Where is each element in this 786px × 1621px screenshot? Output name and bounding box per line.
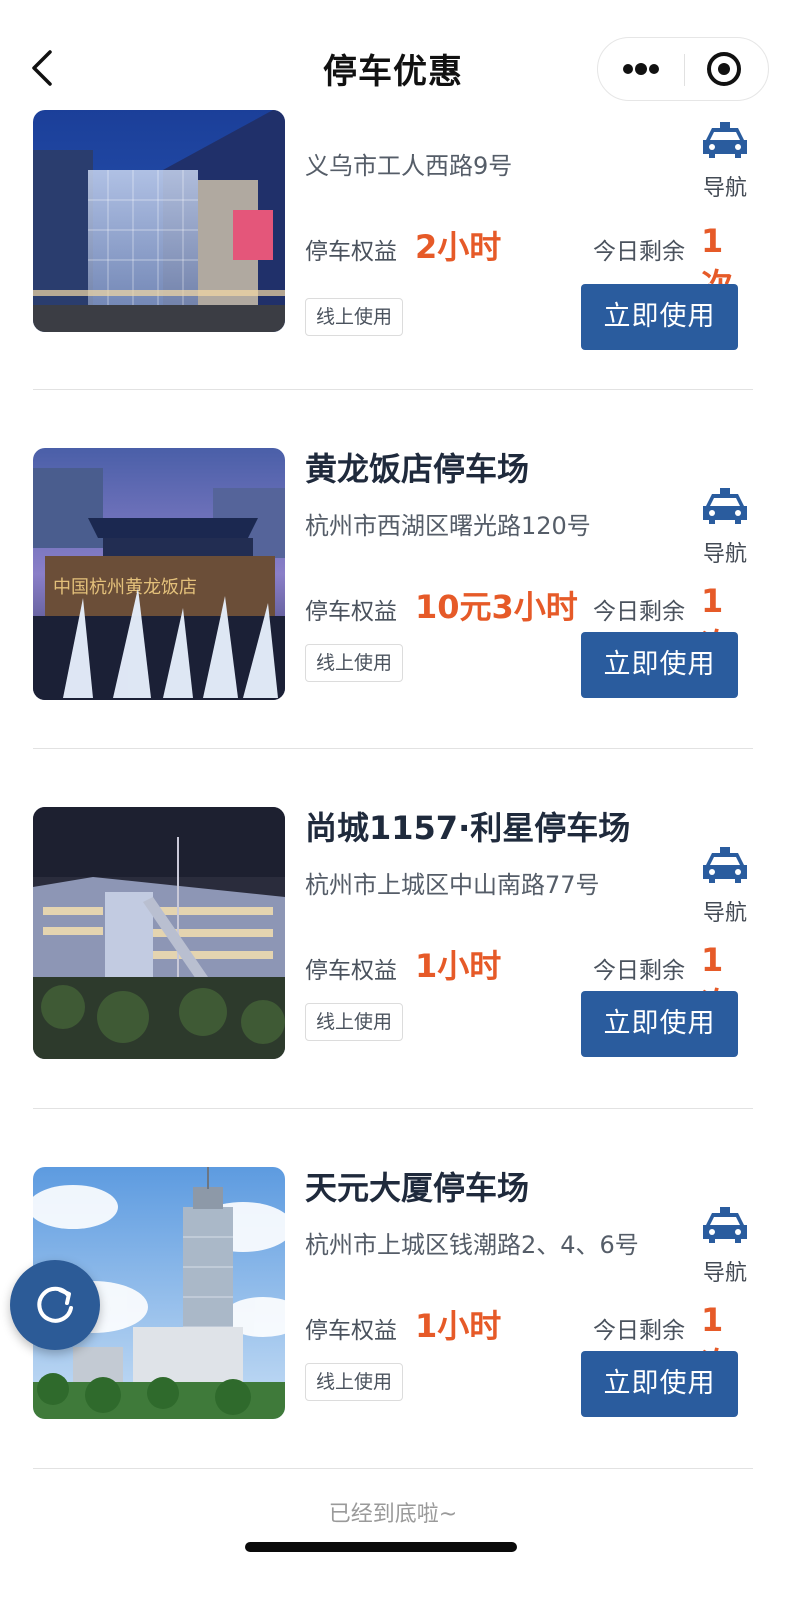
end-of-list-text: 已经到底啦~ [328, 1502, 458, 1527]
parking-name: 天元大厦停车场 [305, 1169, 530, 1207]
parking-address: 杭州市西湖区曙光路120号 [305, 512, 591, 540]
benefit-label: 停车权益 [305, 239, 397, 265]
use-now-button[interactable]: 立即使用 [581, 284, 738, 350]
remaining-label: 今日剩余 [593, 1318, 685, 1344]
parking-card: 中国杭州黄龙饭店 黄龙饭店停车场 杭州市西湖区曙光路120号 导航 停车权益 1… [33, 448, 753, 708]
usage-tag: 线上使用 [305, 1003, 404, 1041]
parking-photo [33, 110, 285, 332]
benefit-label: 停车权益 [305, 599, 397, 625]
remaining-label: 今日剩余 [593, 958, 685, 984]
parking-photo [33, 807, 285, 1059]
benefit-label: 停车权益 [305, 958, 397, 984]
benefit-value: 10元3小时 [415, 588, 578, 626]
refresh-icon [37, 1286, 73, 1323]
parking-name: 尚城1157·利星停车场 [305, 809, 631, 847]
navigation-bar: 停车优惠 [0, 0, 786, 110]
navigate-label: 导航 [702, 542, 747, 567]
divider [33, 1468, 753, 1469]
parking-name: 黄龙饭店停车场 [305, 450, 530, 488]
benefit-label: 停车权益 [305, 1318, 397, 1344]
navigate-button[interactable]: 导航 [697, 1207, 753, 1297]
close-mini-program-button[interactable] [685, 38, 769, 100]
use-now-button[interactable]: 立即使用 [581, 1351, 738, 1417]
navigate-button[interactable]: 导航 [697, 488, 753, 578]
usage-tag: 线上使用 [305, 644, 404, 682]
more-dots-icon [623, 63, 659, 75]
svg-text:中国杭州黄龙饭店: 中国杭州黄龙饭店 [53, 577, 197, 598]
home-indicator [245, 1542, 517, 1552]
car-icon [703, 847, 747, 883]
divider [33, 1108, 753, 1109]
remaining-label: 今日剩余 [593, 599, 685, 625]
parking-address: 杭州市上城区钱潮路2、4、6号 [305, 1231, 639, 1259]
use-now-button[interactable]: 立即使用 [581, 632, 738, 698]
usage-tag: 线上使用 [305, 1363, 404, 1401]
mini-program-capsule [597, 37, 769, 101]
parking-address: 义乌市工人西路9号 [305, 152, 513, 180]
navigate-label: 导航 [702, 901, 747, 926]
parking-photo: 中国杭州黄龙饭店 [33, 448, 285, 700]
navigate-label: 导航 [702, 1261, 747, 1286]
car-icon [703, 122, 747, 158]
record-circle-icon [707, 52, 741, 86]
navigate-label: 导航 [702, 176, 747, 201]
divider [33, 389, 753, 390]
benefit-value: 1小时 [415, 947, 502, 985]
parking-card: 义乌市工人西路9号 导航 停车权益 2小时 今日剩余 1次 线上使用 立即使用 [33, 110, 753, 370]
use-now-button[interactable]: 立即使用 [581, 991, 738, 1057]
parking-address: 杭州市上城区中山南路77号 [305, 871, 600, 899]
divider [33, 748, 753, 749]
car-icon [703, 488, 747, 524]
more-button[interactable] [598, 38, 684, 100]
parking-card: 尚城1157·利星停车场 杭州市上城区中山南路77号 导航 停车权益 1小时 今… [33, 807, 753, 1067]
refresh-button[interactable] [10, 1260, 100, 1350]
car-icon [703, 1207, 747, 1243]
benefit-value: 2小时 [415, 228, 502, 266]
benefit-value: 1小时 [415, 1307, 502, 1345]
navigate-button[interactable]: 导航 [697, 847, 753, 937]
remaining-label: 今日剩余 [593, 239, 685, 265]
navigate-button[interactable]: 导航 [697, 122, 753, 212]
parking-card: 天元大厦停车场 杭州市上城区钱潮路2、4、6号 导航 停车权益 1小时 今日剩余… [33, 1167, 753, 1427]
usage-tag: 线上使用 [305, 298, 404, 336]
